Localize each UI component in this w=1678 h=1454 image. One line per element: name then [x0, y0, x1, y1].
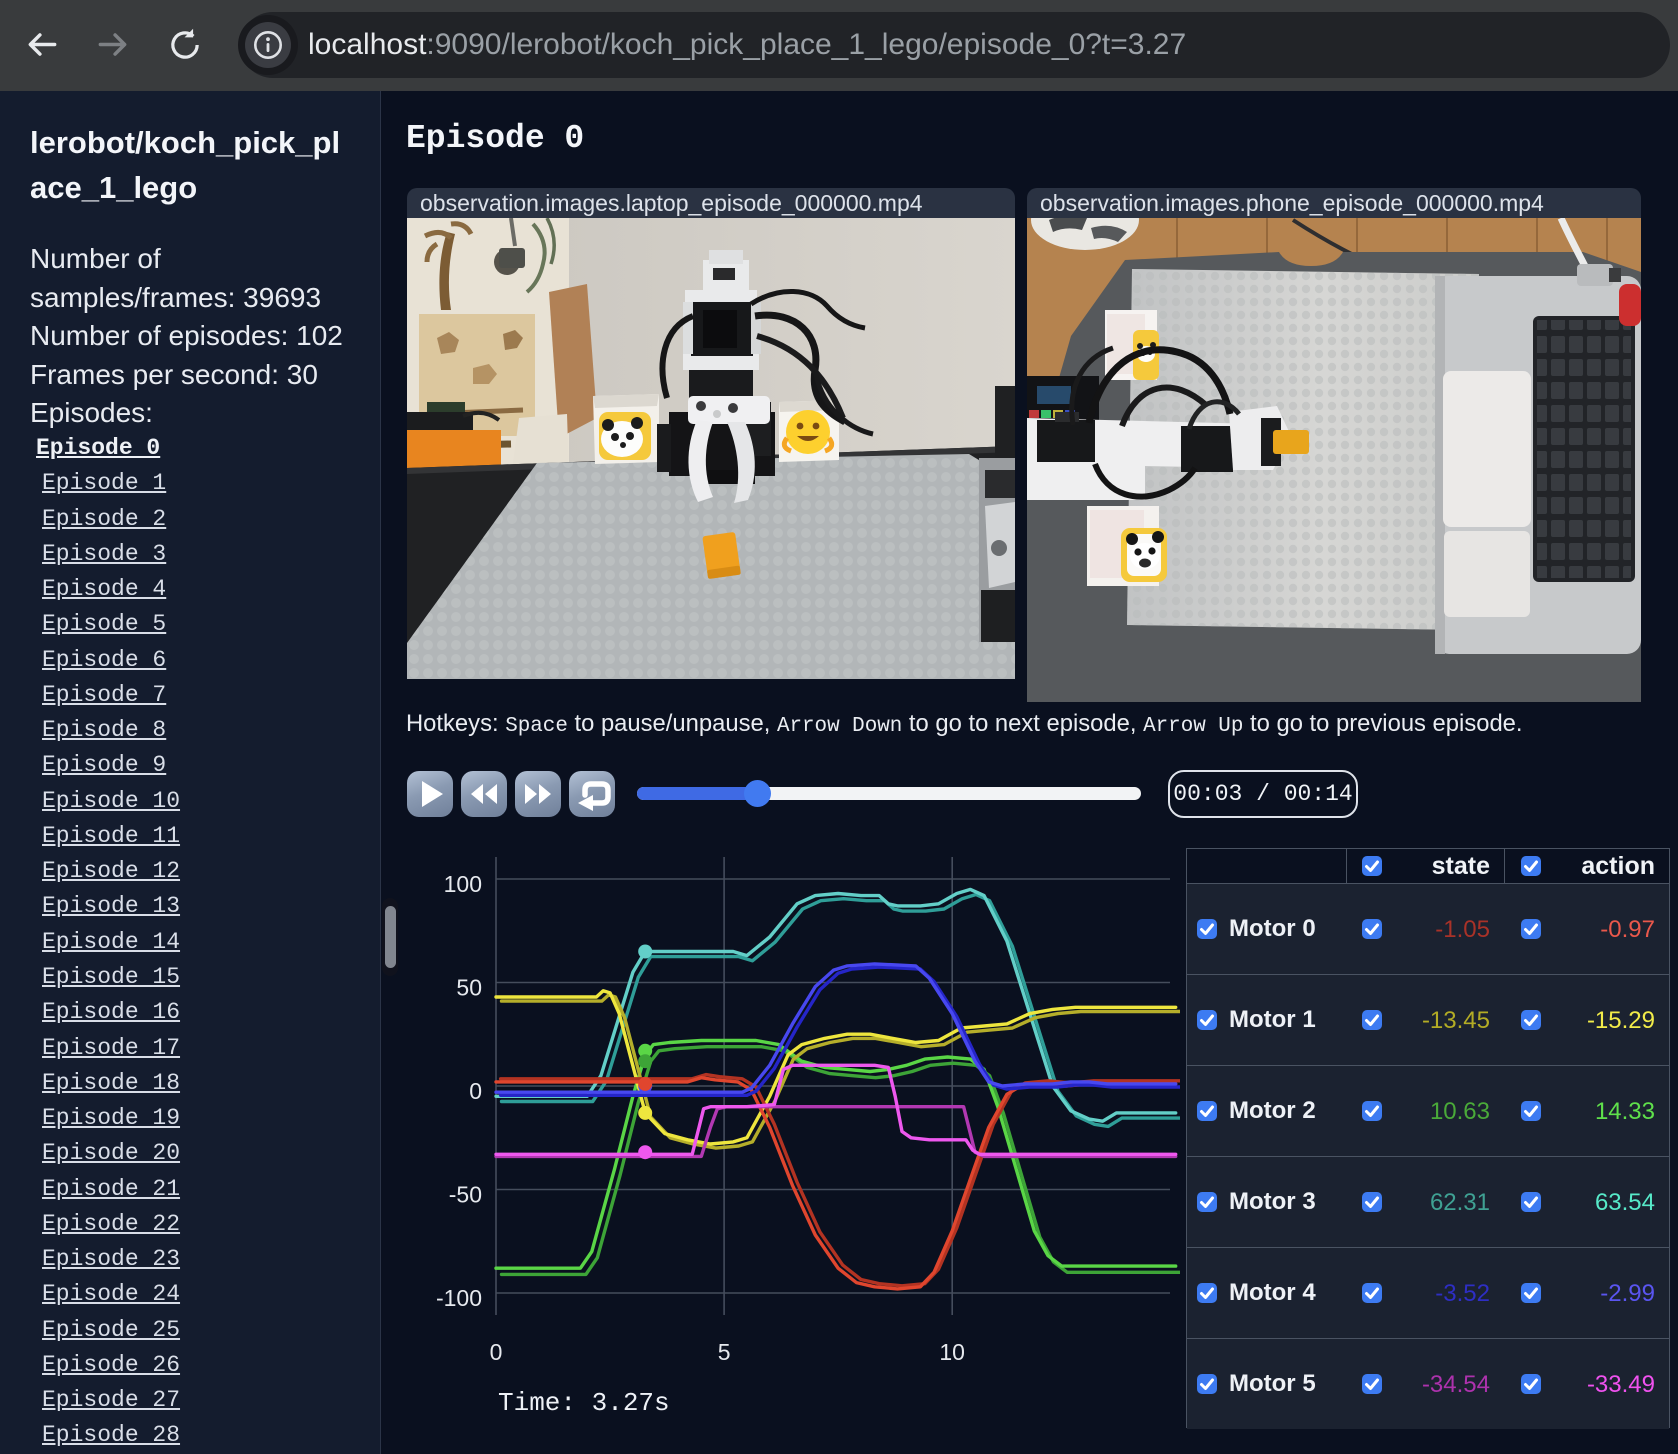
svg-text:5: 5	[718, 1339, 731, 1365]
svg-text:50: 50	[456, 975, 482, 1001]
svg-text:0: 0	[469, 1078, 482, 1104]
svg-text:-50: -50	[449, 1182, 482, 1208]
svg-text:10: 10	[939, 1339, 965, 1365]
svg-text:100: 100	[444, 871, 482, 897]
svg-text:-100: -100	[436, 1285, 482, 1311]
svg-text:0: 0	[490, 1339, 503, 1365]
